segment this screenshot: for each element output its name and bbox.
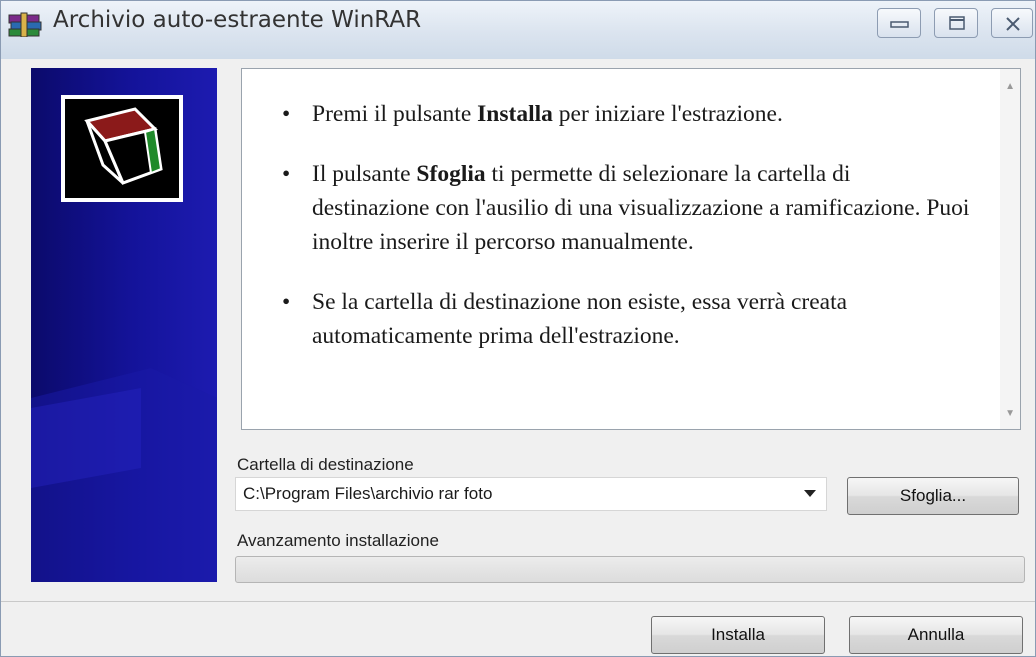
install-progress-bar <box>235 556 1025 583</box>
scroll-up-icon[interactable]: ▲ <box>1005 81 1015 92</box>
minimize-button[interactable] <box>877 8 921 38</box>
destination-folder-value[interactable]: C:\Program Files\archivio rar foto <box>243 484 492 504</box>
dropdown-arrow-icon[interactable] <box>804 490 816 497</box>
cancel-button[interactable]: Annulla <box>849 616 1023 654</box>
maximize-button[interactable] <box>934 8 978 38</box>
progress-label: Avanzamento installazione <box>237 531 439 550</box>
instruction-item: Premi il pulsante Installa per iniziare … <box>282 97 972 131</box>
window-title: Archivio auto-estraente WinRAR <box>53 7 422 33</box>
winrar-books-icon[interactable] <box>7 9 43 38</box>
archive-box-icon <box>61 95 183 202</box>
instruction-item: Se la cartella di destinazione non esist… <box>282 285 972 353</box>
scroll-down-icon[interactable]: ▼ <box>1005 408 1015 419</box>
browse-button[interactable]: Sfoglia... <box>847 477 1019 515</box>
maximize-icon <box>949 16 965 30</box>
title-bar[interactable]: Archivio auto-estraente WinRAR <box>1 1 1035 59</box>
instruction-item: Il pulsante Sfoglia ti permette di selez… <box>282 157 972 259</box>
instructions-list: Premi il pulsante Installa per iniziare … <box>282 97 972 379</box>
close-icon <box>1006 17 1020 31</box>
install-button[interactable]: Installa <box>651 616 825 654</box>
close-button[interactable] <box>991 8 1033 38</box>
destination-label: Cartella di destinazione <box>237 455 414 474</box>
instructions-panel[interactable]: Premi il pulsante Installa per iniziare … <box>241 68 1021 430</box>
destination-folder-combobox[interactable]: C:\Program Files\archivio rar foto <box>235 477 827 511</box>
side-banner <box>31 68 217 582</box>
minimize-icon <box>890 21 909 28</box>
instructions-scrollbar[interactable]: ▲ ▼ <box>1000 69 1020 429</box>
sfx-window: Archivio auto-estraente WinRAR • Premi i… <box>0 0 1036 657</box>
footer-divider <box>1 601 1035 602</box>
